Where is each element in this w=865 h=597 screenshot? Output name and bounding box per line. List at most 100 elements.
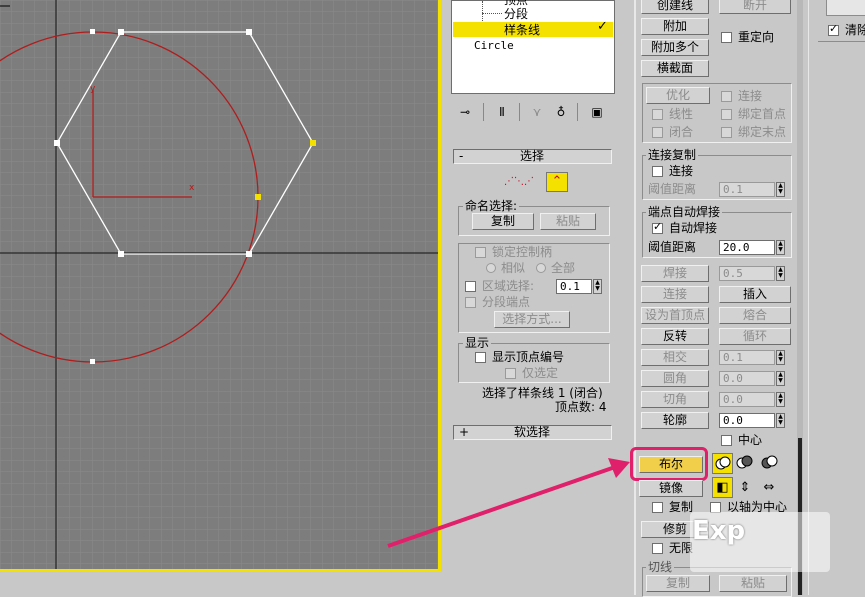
union-icon[interactable] [712,453,733,474]
mirror-copy-checkbox[interactable] [652,502,663,513]
all-radio[interactable] [536,263,546,273]
bind-first-checkbox[interactable] [721,109,732,120]
chamfer-spinner[interactable]: ▲ ▼ [776,392,785,407]
fillet-button[interactable]: 圆角 [641,370,709,387]
connect-copy-checkbox[interactable] [652,166,663,177]
stack-item-spline[interactable]: 样条线 [504,23,540,37]
vertex-selected[interactable] [310,140,316,146]
mirror-copy-label: 复制 [669,500,694,514]
area-select-spinner[interactable]: ▲ ▼ [593,279,602,294]
modifier-stack-list[interactable]: 顶点 分段 样条线 ✓ Circle [451,0,615,94]
threshold-field[interactable]: 0.1 [719,182,775,197]
chamfer-field[interactable]: 0.0 [719,392,775,407]
lock-handles-checkbox[interactable] [475,247,486,258]
weld-threshold-label: 阈值距离 [648,240,697,254]
viewport-canvas[interactable]: y x [0,0,441,572]
show-vertex-numbers-checkbox[interactable] [475,352,486,363]
annotation-arrow [387,458,630,548]
viewport-grid [0,0,438,569]
area-select-checkbox[interactable] [465,281,476,292]
cycle-button[interactable]: 循环 [719,328,791,345]
subtract-icon[interactable] [735,453,754,472]
linear-checkbox[interactable] [652,109,663,120]
intersect-button[interactable]: 相交 [641,349,709,366]
spline-level-icon[interactable]: ⌃ [546,172,568,192]
connect-copy-label: 连接复制 [646,148,699,162]
weld-spinner[interactable]: ▲ ▼ [776,266,785,281]
weld-field[interactable]: 0.5 [719,266,775,281]
chamfer-button[interactable]: 切角 [641,391,709,408]
reorient-checkbox[interactable] [721,32,732,43]
watermark: Exp [692,516,746,546]
rollout-soft-selection-header[interactable]: + 软选择 [453,425,612,440]
show-vertex-numbers-label: 显示顶点编号 [492,350,565,364]
area-select-field[interactable]: 0.1 [556,279,592,294]
select-by-button[interactable]: 选择方式... [494,311,570,328]
outline-spinner[interactable]: ▲ ▼ [776,413,785,428]
rollout-selection-header[interactable]: - 选择 [453,149,612,164]
weld-threshold-field[interactable]: 20.0 [719,240,775,255]
paste-selection-button[interactable]: 粘贴 [540,213,596,230]
insert-button[interactable]: 插入 [719,286,791,303]
stack-item-vertex[interactable]: 顶点 [504,0,528,7]
slice-group-label: 切线 [646,560,675,574]
center-checkbox[interactable] [721,435,732,446]
weld-button[interactable]: 焊接 [641,265,709,282]
fuse-button[interactable]: 熔合 [719,307,791,324]
intersect-field[interactable]: 0.1 [719,350,775,365]
cross-section-button[interactable]: 横截面 [641,60,709,77]
slice-paste-button[interactable]: 粘贴 [719,575,787,592]
boolean-button[interactable]: 布尔 [639,456,703,473]
similar-radio[interactable] [486,263,496,273]
connect-button[interactable]: 连接 [641,286,709,303]
infinite-checkbox[interactable] [652,543,663,554]
vertex-segment-icons[interactable]: ⋰⋱⋰ [497,174,541,188]
pin-stack-icon[interactable]: ⊸ [456,104,474,120]
divider [577,103,578,121]
mirror-horizontal-icon[interactable]: ◧ [712,477,733,498]
stack-item-circle[interactable]: Circle [474,39,514,53]
connect-checkbox[interactable] [721,91,732,102]
intersect-spinner[interactable]: ▲ ▼ [776,350,785,365]
auto-weld-checkbox[interactable] [652,220,663,234]
refine-button[interactable]: 优化 [646,87,710,104]
bind-last-label: 绑定末点 [738,125,787,139]
selected-only-checkbox[interactable] [505,368,516,379]
expand-icon: + [459,425,470,439]
remove-modifier-icon[interactable]: ♁ [552,104,570,120]
viewport[interactable]: y x [0,0,441,572]
bind-last-checkbox[interactable] [721,127,732,138]
mirror-button[interactable]: 镜像 [639,480,703,497]
mirror-vertical-icon[interactable]: ⇕ [736,478,754,496]
checkmark-icon: ✓ [597,19,608,34]
similar-label: 相似 [501,261,526,275]
show-end-result-icon[interactable]: Ⅱ [493,104,511,120]
create-line-button[interactable]: 创建线 [641,0,709,14]
attach-button[interactable]: 附加 [641,18,709,35]
mirror-both-icon[interactable]: ⇔ [760,478,778,496]
rollout-title: 软选择 [514,425,551,439]
area-select-label: 区域选择: [482,279,535,293]
outline-field[interactable]: 0.0 [719,413,775,428]
fillet-spinner[interactable]: ▲ ▼ [776,371,785,386]
configure-sets-icon[interactable]: ▣ [588,104,606,120]
panel-scrollbar[interactable] [797,0,803,595]
break-button[interactable]: 断开 [719,0,791,14]
intersection-icon[interactable] [760,453,779,472]
reverse-button[interactable]: 反转 [641,328,709,345]
vertex-selected[interactable] [255,194,261,200]
outline-button[interactable]: 轮廓 [641,412,709,429]
make-unique-icon[interactable]: ⋎ [528,104,546,120]
slice-copy-button[interactable]: 复制 [646,575,710,592]
segment-end-checkbox[interactable] [465,297,476,308]
make-first-button[interactable]: 设为首顶点 [641,307,709,324]
far-right-field[interactable] [826,0,865,16]
clear-checkbox[interactable] [828,22,839,36]
attach-multiple-button[interactable]: 附加多个 [641,39,709,56]
weld-threshold-spinner[interactable]: ▲ ▼ [776,240,785,255]
fillet-field[interactable]: 0.0 [719,371,775,386]
closed-checkbox[interactable] [652,127,663,138]
stack-item-segment[interactable]: 分段 [504,7,528,21]
copy-selection-button[interactable]: 复制 [472,213,534,230]
threshold-spinner[interactable]: ▲ ▼ [776,182,785,197]
